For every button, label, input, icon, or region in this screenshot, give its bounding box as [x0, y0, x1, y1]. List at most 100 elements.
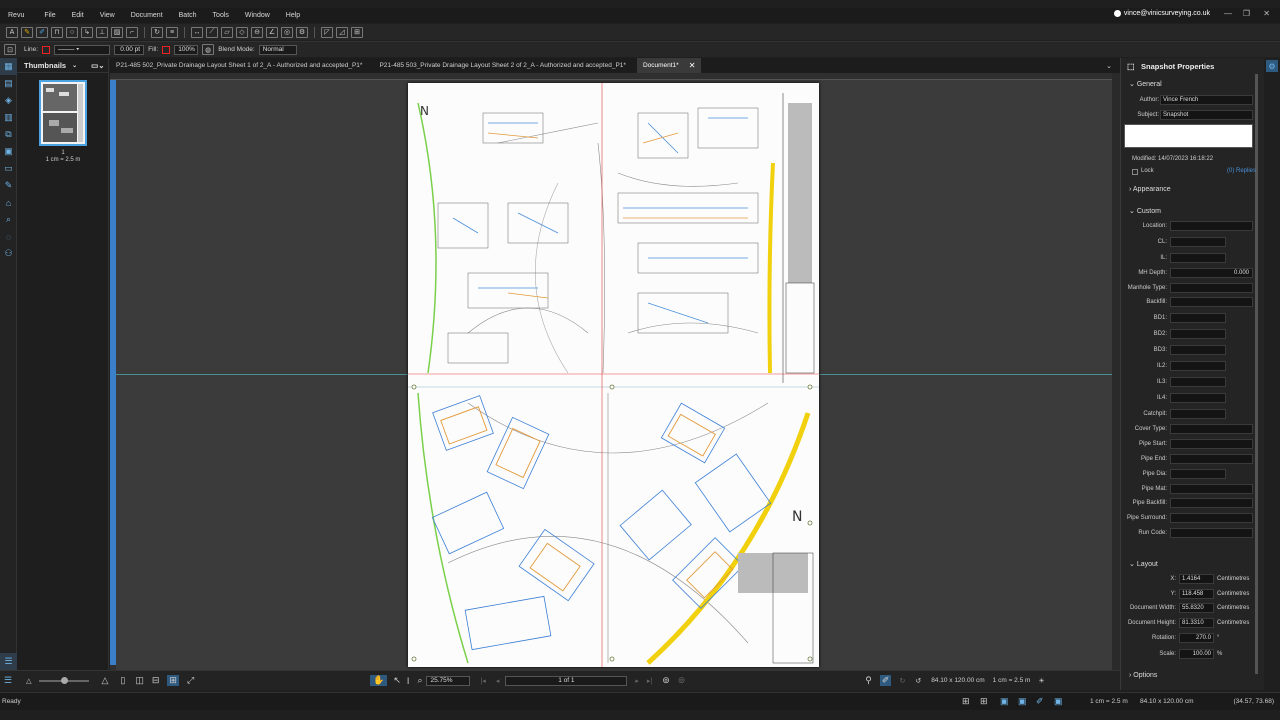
- markups-list-icon[interactable]: ▥: [0, 109, 17, 126]
- sets-icon[interactable]: ⚇: [0, 245, 17, 262]
- restore-icon[interactable]: ❐: [1243, 9, 1250, 18]
- measure-diameter-icon[interactable]: ⊖: [251, 26, 263, 38]
- custom-field-input[interactable]: [1170, 424, 1253, 434]
- section-custom[interactable]: ⌄ Custom: [1129, 207, 1161, 215]
- menu-view[interactable]: View: [92, 12, 123, 19]
- section-layout[interactable]: ⌄ Layout: [1129, 560, 1158, 568]
- minimize-icon[interactable]: —: [1224, 9, 1232, 18]
- subject-field[interactable]: Snapshot: [1160, 110, 1253, 120]
- menu-file[interactable]: File: [36, 12, 63, 19]
- studio-icon[interactable]: ◌: [0, 228, 17, 245]
- pen-icon[interactable]: ✐: [36, 26, 48, 38]
- document-canvas[interactable]: N N: [110, 73, 1120, 670]
- zoom-slider[interactable]: [39, 676, 90, 684]
- custom-field-input[interactable]: [1170, 329, 1226, 339]
- custom-field-input[interactable]: [1170, 253, 1226, 263]
- vertical-scrollbar[interactable]: [1112, 73, 1120, 670]
- menu-document[interactable]: Document: [123, 12, 171, 19]
- thumbnails-icon[interactable]: ▦: [0, 58, 17, 75]
- measure-perimeter-icon[interactable]: ◇: [236, 26, 248, 38]
- chevron-down-icon[interactable]: ⌄: [72, 62, 77, 69]
- custom-field-input[interactable]: [1170, 439, 1253, 449]
- custom-field-input[interactable]: 0.000: [1170, 268, 1253, 278]
- stamp-icon[interactable]: ⊓: [51, 26, 63, 38]
- custom-field-input[interactable]: [1170, 297, 1253, 307]
- snap-content-icon[interactable]: ▣: [1000, 696, 1009, 707]
- bookmarks-icon[interactable]: ▤: [0, 75, 17, 92]
- layers-icon[interactable]: ◈: [0, 92, 17, 109]
- custom-field-input[interactable]: [1170, 469, 1226, 479]
- sync-view-icon[interactable]: ▣: [1054, 696, 1063, 707]
- text-box-icon[interactable]: A: [6, 26, 18, 38]
- menu-window[interactable]: Window: [237, 12, 278, 19]
- custom-field-input[interactable]: [1170, 361, 1226, 371]
- tabs-overflow-icon[interactable]: ⌄: [1106, 62, 1112, 70]
- stamp-tool-icon[interactable]: ⊥: [96, 26, 108, 38]
- zoom-slider-thumb[interactable]: [61, 676, 69, 684]
- custom-field-input[interactable]: [1170, 283, 1253, 293]
- signatures-icon[interactable]: ✎: [0, 177, 17, 194]
- custom-field-input[interactable]: [1170, 237, 1226, 247]
- go-forward-icon[interactable]: ⊚: [678, 675, 686, 686]
- count-icon[interactable]: ◎: [281, 26, 293, 38]
- layout-field-input[interactable]: 81.3310: [1179, 618, 1214, 628]
- last-page-icon[interactable]: ▸|: [647, 677, 652, 685]
- brightness-icon[interactable]: ☀: [1038, 677, 1044, 685]
- fit-icon[interactable]: ⤢: [187, 675, 194, 686]
- markup-mode-icon[interactable]: ✐: [879, 675, 892, 686]
- first-page-icon[interactable]: |◂: [480, 677, 485, 685]
- select-tool-icon[interactable]: ↖: [393, 675, 401, 686]
- prev-page-icon[interactable]: ◂: [496, 677, 500, 685]
- go-back-icon[interactable]: ⊚: [662, 675, 670, 686]
- zoom-field[interactable]: 25.75%: [426, 675, 471, 686]
- triangle-small-icon[interactable]: △: [26, 677, 31, 685]
- blend-mode-select[interactable]: Normal: [258, 44, 297, 55]
- callout-icon[interactable]: ↳: [81, 26, 93, 38]
- highlight-icon[interactable]: ✎: [21, 26, 33, 38]
- section-general[interactable]: ⌄ General: [1129, 80, 1162, 88]
- custom-field-input[interactable]: [1170, 498, 1253, 508]
- properties-scrollbar[interactable]: [1255, 74, 1258, 674]
- redo-icon[interactable]: ↻: [899, 677, 905, 685]
- custom-field-input[interactable]: [1170, 409, 1226, 419]
- split-horizontal-icon[interactable]: ⊟: [152, 675, 160, 686]
- snap-markup-icon[interactable]: ▣: [1018, 696, 1027, 707]
- custom-field-input[interactable]: [1170, 528, 1253, 538]
- measurements-icon[interactable]: ▭: [0, 160, 17, 177]
- measure-area-icon[interactable]: ▱: [221, 26, 233, 38]
- properties-tab-icon[interactable]: ⚙: [1266, 60, 1278, 72]
- markup-icon[interactable]: ◸: [321, 26, 333, 38]
- image-icon[interactable]: ▨: [111, 26, 123, 38]
- measure-angle-icon[interactable]: ∠: [266, 26, 278, 38]
- settings-icon[interactable]: ⚙: [296, 26, 308, 38]
- layout-field-input[interactable]: 55.8320: [1179, 603, 1214, 613]
- layout-field-input[interactable]: 100.00: [1179, 649, 1214, 659]
- snap-grid-icon[interactable]: ⊞: [980, 696, 988, 707]
- document-page[interactable]: N N: [408, 83, 819, 667]
- single-page-icon[interactable]: ▯: [120, 675, 125, 686]
- custom-field-input[interactable]: [1170, 513, 1253, 523]
- sync-icon[interactable]: ⊞: [167, 675, 179, 686]
- crop-icon[interactable]: ⌐: [126, 26, 138, 38]
- pan-tool-icon[interactable]: ✋: [370, 675, 388, 686]
- undo-icon[interactable]: ↺: [915, 677, 921, 685]
- close-tab-icon[interactable]: ✕: [689, 61, 696, 70]
- links-icon[interactable]: ⧉: [0, 126, 17, 143]
- grid-toggle-icon[interactable]: ⊞: [962, 696, 970, 707]
- line-color-swatch[interactable]: [42, 45, 51, 54]
- reuse-icon[interactable]: ✐: [1036, 696, 1044, 707]
- panel-bottom-icon[interactable]: ☰: [0, 653, 17, 670]
- search-icon[interactable]: ⌕: [0, 211, 17, 228]
- thumbnail-options-icon[interactable]: ▭⌄: [91, 61, 104, 70]
- section-options[interactable]: › Options: [1129, 672, 1157, 679]
- custom-field-input[interactable]: [1170, 454, 1253, 464]
- properties-tag-icon[interactable]: ⌂: [0, 194, 17, 211]
- select-text-icon[interactable]: I: [407, 676, 410, 686]
- layout-field-input[interactable]: 118.458: [1179, 589, 1214, 599]
- grid-icon[interactable]: ⊞: [351, 26, 363, 38]
- list-icon[interactable]: ☰: [4, 675, 12, 686]
- person-icon[interactable]: ⚲: [865, 675, 872, 686]
- zoom-icon[interactable]: ⌕: [417, 675, 422, 686]
- menu-batch[interactable]: Batch: [171, 12, 205, 19]
- tab-document1[interactable]: Document1* ✕: [636, 58, 702, 73]
